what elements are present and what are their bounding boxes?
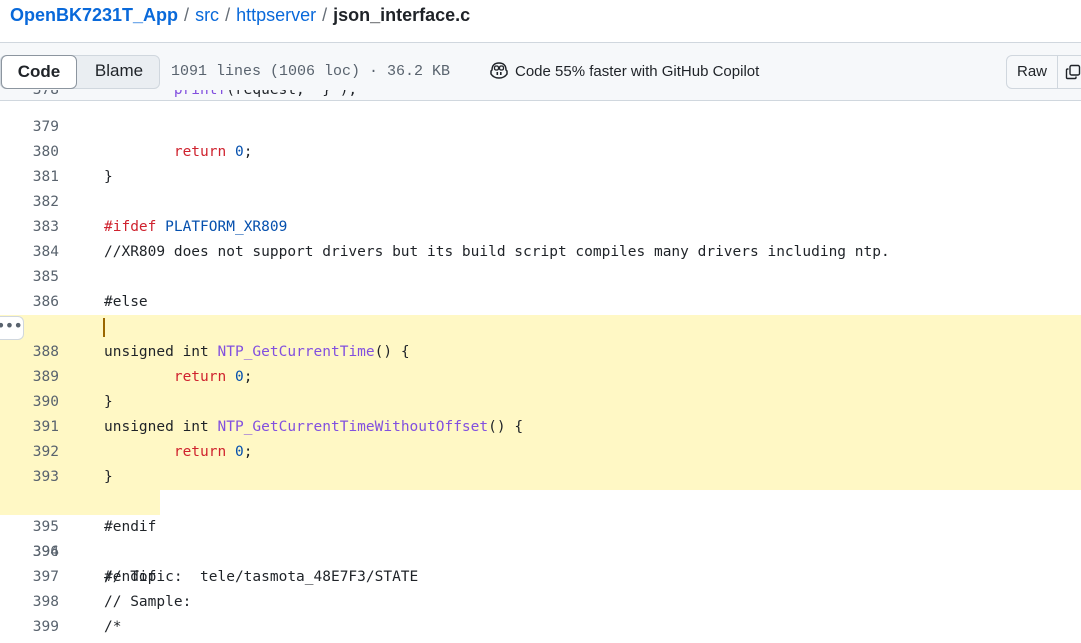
line-code: unsigned int NTP_GetCurrentTimeWithoutOf…	[104, 419, 524, 435]
blame-view-button[interactable]: Blame	[81, 55, 157, 89]
line-number[interactable]: 385	[0, 265, 59, 290]
code-view-button[interactable]: Code	[1, 55, 77, 89]
line-number[interactable]: 383	[0, 215, 59, 240]
code-line: 384 //XR809 does not support drivers but …	[0, 240, 1081, 265]
line-code: return 0;	[173, 369, 253, 385]
line-code: // Topic: tele/tasmota_48E7F3/STATE	[104, 569, 419, 585]
code-line: 385	[0, 265, 1081, 290]
code-line: 399 /*	[0, 615, 1081, 640]
line-code: #ifdef PLATFORM_XR809	[104, 219, 288, 235]
line-number[interactable]: 396	[0, 540, 59, 565]
line-number[interactable]: 395	[0, 515, 59, 540]
line-number[interactable]: 391	[0, 415, 59, 440]
line-number[interactable]: 388	[0, 340, 59, 365]
code-line: 395 #endif	[0, 515, 1081, 540]
breadcrumb-separator: /	[225, 5, 231, 25]
breadcrumb: OpenBK7231T_App / src / httpserver / json_inte…	[0, 0, 1081, 43]
code-view: 378 printf(request, "}");	[0, 90, 1081, 102]
copilot-icon	[489, 61, 509, 83]
line-options-button[interactable]: •••	[0, 316, 24, 340]
line-code: }	[104, 169, 113, 185]
code-line-highlighted: 390}	[0, 390, 1081, 415]
copilot-promo-link[interactable]: Code 55% faster with GitHub Copilot	[489, 61, 759, 83]
code-line-highlighted: 392 return 0;	[0, 440, 1081, 465]
line-number[interactable]: 399	[0, 615, 59, 640]
code-line: 396	[0, 540, 1081, 565]
code-line: 379	[0, 115, 1081, 140]
line-number[interactable]: 389	[0, 365, 59, 390]
line-code: }	[104, 394, 113, 410]
code-line-highlighted: ••• 387 #ifndef ENABLE_NTP	[0, 315, 1081, 435]
highlight-end-strip	[0, 490, 160, 515]
line-code: // Sample:	[104, 594, 192, 610]
line-number[interactable]: 386	[0, 290, 59, 315]
highlight-start-marker	[103, 318, 105, 337]
line-number[interactable]: 390	[0, 390, 59, 415]
code-line: 382	[0, 190, 1081, 215]
line-number[interactable]: 380	[0, 140, 59, 165]
code-line-highlighted: 389 return 0;	[0, 365, 1081, 390]
line-code: #endif	[104, 519, 157, 535]
line-number[interactable]: 381	[0, 165, 59, 190]
code-lines: 379 380 return 0; 381} 382 383 #ifdef PLA…	[0, 115, 1081, 640]
code-line: 398 // Sample:	[0, 590, 1081, 615]
line-code: /*	[104, 619, 122, 635]
line-number[interactable]: 392	[0, 440, 59, 465]
copy-icon[interactable]	[1065, 64, 1081, 80]
file-info: 1091 lines (1006 loc) · 36.2 KB	[171, 63, 451, 80]
copilot-promo-text: Code 55% faster with GitHub Copilot	[515, 62, 760, 80]
code-line-highlighted: 393}	[0, 465, 1081, 490]
line-number[interactable]: 379	[0, 115, 59, 140]
line-code: return 0;	[173, 444, 253, 460]
code-line: 380 return 0;	[0, 140, 1081, 165]
line-code: return 0;	[173, 144, 253, 160]
line-code: #else	[104, 294, 148, 310]
breadcrumb-httpserver-link[interactable]: httpserver	[236, 5, 316, 25]
breadcrumb-repo-link[interactable]: OpenBK7231T_App	[10, 5, 178, 25]
breadcrumb-separator: /	[322, 5, 328, 25]
raw-copy-group: Raw	[1006, 55, 1081, 89]
code-line: 378 printf(request, "}");	[0, 90, 1081, 102]
line-number[interactable]: 397	[0, 565, 59, 590]
view-mode-toggle: Code Blame	[0, 55, 160, 89]
line-number[interactable]: 398	[0, 590, 59, 615]
code-line-highlighted: 391 unsigned int NTP_GetCurrentTimeWithou…	[0, 415, 1081, 440]
breadcrumb-file-name: json_interface.c	[333, 5, 471, 25]
line-code: //XR809 does not support drivers but its…	[104, 244, 890, 260]
code-line: 386 #else	[0, 290, 1081, 315]
line-number[interactable]: 382	[0, 190, 59, 215]
raw-button[interactable]: Raw	[1007, 56, 1058, 88]
line-number[interactable]: 384	[0, 240, 59, 265]
breadcrumb-separator: /	[184, 5, 190, 25]
code-line: 381}	[0, 165, 1081, 190]
code-line: 383 #ifdef PLATFORM_XR809	[0, 215, 1081, 240]
code-line-highlighted: 394 #endif	[0, 490, 1081, 585]
code-line-highlighted: 388 unsigned int NTP_GetCurrentTime() {	[0, 340, 1081, 365]
line-code: unsigned int NTP_GetCurrentTime() {	[104, 344, 410, 360]
code-line: 397 // Topic: tele/tasmota_48E7F3/STATE	[0, 565, 1081, 590]
line-code: }	[104, 469, 113, 485]
line-number[interactable]: 378	[0, 90, 59, 102]
line-code: printf(request, "}");	[104, 90, 358, 98]
breadcrumb-src-link[interactable]: src	[195, 5, 219, 25]
line-number[interactable]: 393	[0, 465, 59, 490]
